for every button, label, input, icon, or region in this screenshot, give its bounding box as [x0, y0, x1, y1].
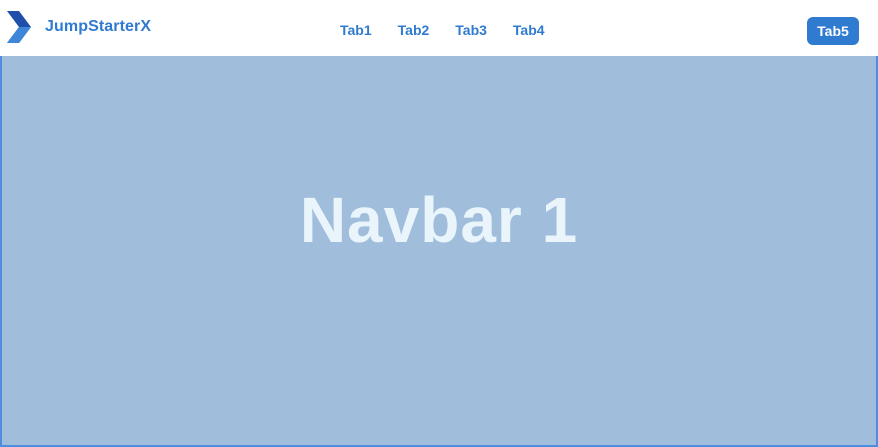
navbar: JumpStarterX Tab1 Tab2 Tab3 Tab4 Tab5 — [0, 0, 878, 56]
brand-name: JumpStarterX — [45, 18, 152, 35]
nav-link-tab4[interactable]: Tab4 — [513, 22, 545, 38]
nav-links: Tab1 Tab2 Tab3 Tab4 — [340, 22, 545, 38]
brand-link[interactable]: JumpStarterX — [7, 11, 151, 43]
hero-section: Navbar 1 — [0, 56, 878, 447]
nav-link-tab3[interactable]: Tab3 — [455, 22, 487, 38]
nav-link-tab2[interactable]: Tab2 — [398, 22, 430, 38]
chevron-logo-icon — [7, 11, 31, 43]
hero-title: Navbar 1 — [299, 184, 579, 256]
tab5-button[interactable]: Tab5 — [807, 17, 859, 45]
nav-link-tab1[interactable]: Tab1 — [340, 22, 372, 38]
